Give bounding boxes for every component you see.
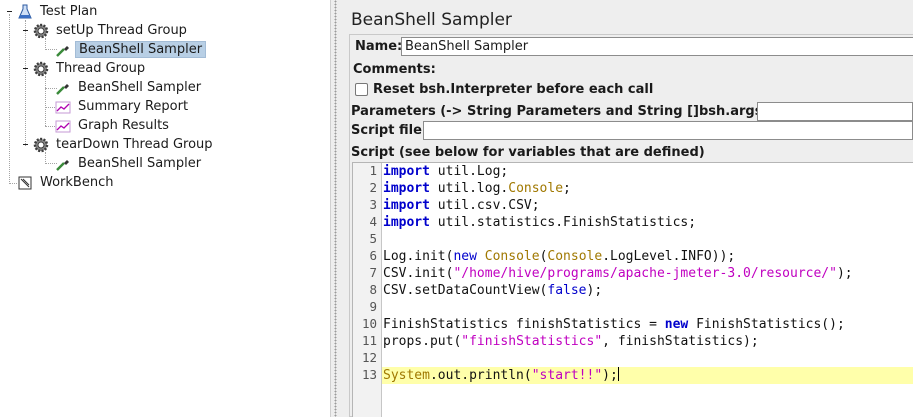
line-number-gutter: 1 2 3 4 5 6 7 8 9 10 11 12 13 [353, 163, 382, 417]
line-number: 4 [369, 214, 377, 229]
comments-label: Comments: [353, 62, 436, 77]
line-number: 12 [361, 350, 377, 365]
line-number: 6 [369, 248, 377, 263]
flask-icon [17, 4, 33, 20]
tree-guide [25, 20, 26, 146]
tree-node-test-plan[interactable]: Test Plan [17, 2, 100, 21]
tree-guide [9, 14, 10, 184]
tree-guide [45, 76, 46, 126]
tree-node-thread-group[interactable]: Thread Group [33, 59, 148, 78]
name-field[interactable]: BeanShell Sampler [401, 37, 913, 56]
reset-interpreter-label: Reset bsh.Interpreter before each call [373, 82, 654, 97]
collapse-toggle[interactable] [21, 140, 30, 149]
script-file-field[interactable] [423, 121, 913, 140]
collapse-toggle[interactable] [21, 26, 30, 35]
tree-node-beanshell-sampler[interactable]: BeanShell Sampler [55, 78, 204, 97]
name-label: Name: [355, 39, 403, 54]
text-caret [617, 367, 619, 381]
script-file-label: Script file [351, 123, 422, 138]
line-number: 5 [369, 231, 377, 246]
tree-node-teardown-thread-group[interactable]: tearDown Thread Group [33, 135, 216, 154]
dropper-icon [55, 42, 71, 58]
tree-node-graph-results[interactable]: Graph Results [55, 116, 172, 135]
line-number: 11 [361, 333, 377, 348]
code-line: import util.Log; [383, 164, 509, 179]
line-number: 2 [369, 180, 377, 195]
collapse-toggle[interactable] [5, 7, 14, 16]
code-line: import util.statistics.FinishStatistics; [383, 215, 697, 230]
gear-icon [33, 23, 49, 39]
line-number: 3 [369, 197, 377, 212]
line-number: 7 [369, 265, 377, 280]
code-line: FinishStatistics finishStatistics = new … [383, 317, 845, 332]
dropper-icon [55, 156, 71, 172]
panel-title: BeanShell Sampler [351, 10, 512, 30]
chart-icon [55, 99, 71, 115]
code-line: System.out.println("start!!"); [382, 367, 913, 384]
code-line: CSV.setDataCountView(false); [383, 283, 603, 298]
line-number: 1 [369, 163, 377, 178]
parameters-field[interactable] [757, 102, 913, 121]
dropper-icon [55, 80, 71, 96]
code-line: Log.init(new Console(Console.LogLevel.IN… [383, 249, 736, 264]
split-pane-divider[interactable] [330, 0, 340, 417]
code-line: props.put("finishStatistics", finishStat… [383, 334, 759, 349]
tree-node-setup-beanshell-sampler[interactable]: BeanShell Sampler [55, 40, 207, 59]
collapse-toggle[interactable] [21, 64, 30, 73]
tree-guide [9, 183, 17, 184]
line-number: 8 [369, 282, 377, 297]
script-label: Script (see below for variables that are… [351, 145, 705, 160]
script-editor[interactable]: 1 2 3 4 5 6 7 8 9 10 11 12 13 import util.Log; import… [352, 162, 913, 417]
code-line: import util.log.Console; [383, 181, 571, 196]
line-number: 9 [369, 299, 377, 314]
tree-node-teardown-beanshell-sampler[interactable]: BeanShell Sampler [55, 154, 204, 173]
workbench-icon [17, 175, 33, 191]
tree-node-setup-thread-group[interactable]: setUp Thread Group [33, 21, 190, 40]
gear-icon [33, 61, 49, 77]
reset-interpreter-checkbox[interactable] [355, 83, 368, 96]
tree-node-summary-report[interactable]: Summary Report [55, 97, 191, 116]
chart-icon [55, 118, 71, 134]
tree-node-workbench[interactable]: WorkBench [17, 173, 116, 192]
code-line: import util.csv.CSV; [383, 198, 540, 213]
parameters-label: Parameters (-> String Parameters and Str… [351, 104, 769, 119]
line-number: 10 [361, 316, 377, 331]
test-plan-tree[interactable]: Test Plan setUp Thread Group BeanShell S… [0, 0, 330, 417]
code-line: CSV.init("/home/hive/programs/apache-jme… [383, 266, 853, 281]
gear-icon [33, 137, 49, 153]
line-number: 13 [361, 367, 377, 382]
